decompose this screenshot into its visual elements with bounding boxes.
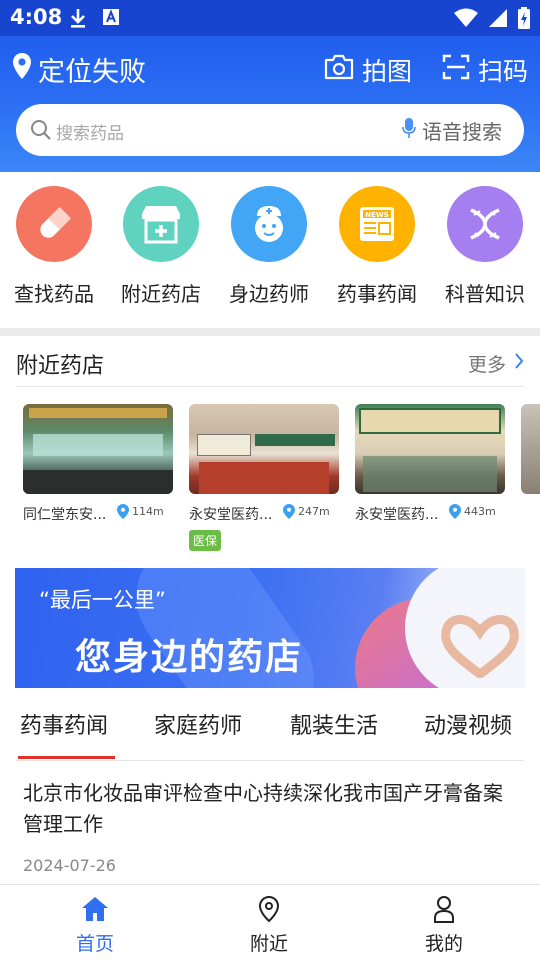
- menu-label: 身边药师: [229, 282, 309, 306]
- nav-label: 附近: [249, 933, 288, 955]
- insurance-badge: 医保: [189, 530, 222, 551]
- nav-label: 我的: [424, 933, 463, 955]
- wifi-icon: [454, 8, 478, 32]
- search-input[interactable]: 搜索药品: [56, 119, 124, 144]
- menu-nearby-pharmacy[interactable]: 附近药店: [107, 186, 215, 307]
- article-date: 2024-07-26: [23, 856, 116, 875]
- pharmacy-card[interactable]: 同仁堂东安... 114m: [23, 404, 175, 523]
- banner-quote: “最后一公里”: [39, 588, 166, 612]
- tab-family-pharmacist[interactable]: 家庭药师: [154, 708, 242, 740]
- microphone-icon: [402, 117, 416, 144]
- pill-icon: [16, 186, 92, 262]
- pharmacy-card[interactable]: 永安堂医药... 443m: [355, 404, 507, 523]
- menu-find-medicine[interactable]: 查找药品: [0, 186, 108, 307]
- banner-headline: 您身边的药店: [75, 637, 304, 678]
- news-icon: NEWS: [339, 186, 415, 262]
- article-title[interactable]: 北京市化妆品审评检查中心持续深化我市国产牙膏备案管理工作: [23, 778, 519, 840]
- svg-text:NEWS: NEWS: [365, 211, 388, 219]
- voice-search-button[interactable]: 语音搜索: [402, 116, 502, 145]
- nearby-title: 附近药店: [16, 354, 105, 379]
- scan-button[interactable]: 扫码: [442, 52, 528, 88]
- voice-search-label: 语音搜索: [422, 120, 502, 144]
- battery-icon: [518, 7, 530, 33]
- menu-label: 附近药店: [121, 282, 201, 306]
- scan-label: 扫码: [478, 57, 529, 86]
- active-tab-indicator: [18, 756, 115, 759]
- nav-nearby[interactable]: 附近: [219, 895, 319, 956]
- menu-science[interactable]: 科普知识: [431, 186, 539, 307]
- app-header: 4:08 定位失败 拍图 扫码 搜索药品 语音搜索: [0, 0, 540, 172]
- pharmacy-name: 永安堂医药...: [355, 507, 439, 523]
- search-bar[interactable]: 搜索药品 语音搜索: [16, 104, 524, 156]
- pharmacy-photo: [189, 404, 339, 494]
- search-icon: [30, 119, 52, 145]
- menu-pharmacist[interactable]: 身边药师: [215, 186, 323, 307]
- photo-search-button[interactable]: 拍图: [324, 52, 412, 88]
- menu-label: 药事药闻: [337, 282, 417, 306]
- menu-label: 查找药品: [14, 282, 94, 306]
- status-right: [454, 7, 530, 33]
- font-notify-icon: [102, 7, 120, 31]
- nav-mine[interactable]: 我的: [394, 895, 494, 956]
- pharmacy-distance: 114m: [117, 504, 164, 519]
- pharmacy-name: 永安堂医药...: [189, 507, 273, 523]
- bottom-nav: 首页 附近 我的: [0, 884, 540, 960]
- pharmacy-photo: [23, 404, 173, 494]
- quick-menu: 查找药品 附近药店 身边药师 NEWS 药事药闻 科普知识: [0, 186, 540, 314]
- photo-label: 拍图: [362, 57, 413, 86]
- section-divider: [0, 328, 540, 336]
- tab-bar-line: [16, 760, 524, 761]
- scan-icon: [442, 54, 470, 86]
- home-icon: [81, 897, 109, 927]
- user-icon: [432, 896, 456, 927]
- chevron-right-icon: [514, 352, 524, 375]
- more-button[interactable]: 更多: [468, 350, 524, 377]
- menu-label: 科普知识: [445, 282, 525, 306]
- pharmacy-store-icon: [123, 186, 199, 262]
- menu-pharma-news[interactable]: NEWS 药事药闻: [323, 186, 431, 307]
- tab-beauty-life[interactable]: 靓装生活: [290, 708, 378, 740]
- pharmacist-icon: [231, 186, 307, 262]
- location-selector[interactable]: 定位失败: [12, 50, 146, 89]
- camera-icon: [324, 54, 354, 86]
- location-text: 定位失败: [38, 57, 146, 88]
- section-line: [16, 386, 524, 387]
- nav-label: 首页: [75, 933, 114, 955]
- status-time: 4:08: [10, 5, 63, 29]
- pharmacy-distance: 247m: [283, 504, 330, 519]
- dna-icon: [447, 186, 523, 262]
- download-icon: [68, 7, 88, 33]
- nav-home[interactable]: 首页: [45, 895, 145, 956]
- pharmacy-name: 同仁堂东安...: [23, 507, 107, 523]
- pharmacy-card[interactable]: 永安堂医药... 247m 医保: [189, 404, 341, 551]
- status-bar: 4:08: [0, 0, 540, 36]
- tab-pharma-news[interactable]: 药事药闻: [20, 708, 108, 740]
- tab-animation-video[interactable]: 动漫视频: [424, 708, 512, 740]
- signal-icon: [488, 8, 508, 32]
- location-pin-icon: [12, 52, 32, 87]
- promo-banner[interactable]: “最后一公里” 您身边的药店: [15, 568, 525, 688]
- location-pin-icon: [258, 895, 280, 927]
- heart-hands-icon: [435, 608, 525, 680]
- pharmacy-card-partial[interactable]: [521, 404, 540, 494]
- location-row: 定位失败 拍图 扫码: [0, 48, 540, 92]
- pharmacy-photo: [355, 404, 505, 494]
- more-label: 更多: [467, 354, 506, 376]
- pharmacy-distance: 443m: [449, 504, 496, 519]
